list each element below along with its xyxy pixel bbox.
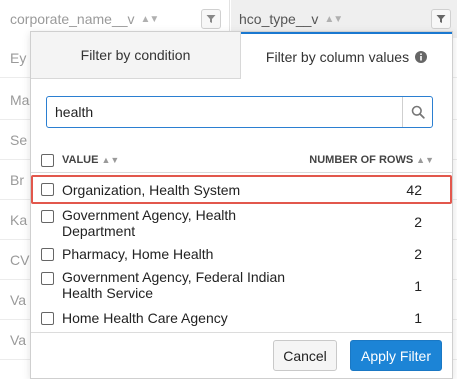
sort-arrows-icon[interactable]: ▲▼ [416,155,434,165]
list-item[interactable]: Organization, Health System 42 [31,175,452,204]
values-list-header: VALUE ▲▼ NUMBER OF ROWS ▲▼ [31,147,452,173]
table-cell: Va [10,292,27,308]
item-checkbox[interactable] [41,272,54,285]
tab-label: Filter by column values [265,48,410,65]
column-filter-button[interactable] [201,9,221,29]
item-label: Pharmacy, Home Health [62,246,214,262]
list-item[interactable]: Pharmacy, Home Health 2 [31,244,452,268]
item-checkbox[interactable] [41,312,54,325]
item-label: Government Agency, Federal Indian Health… [62,269,286,301]
table-cell: CV [10,252,30,268]
search-field [46,96,433,128]
column-header-label: hco_type__v [239,11,319,27]
filter-tabs: Filter by condition Filter by column val… [31,32,452,79]
item-checkbox[interactable] [41,210,54,223]
table-cell: Ey [10,50,27,66]
cancel-button[interactable]: Cancel [273,340,337,371]
sort-arrows-icon[interactable]: ▲▼ [101,155,119,165]
item-checkbox[interactable] [41,248,54,261]
item-count: 2 [414,246,422,262]
tab-filter-by-condition[interactable]: Filter by condition [31,32,241,79]
item-count: 2 [414,214,422,230]
item-count: 42 [406,182,422,198]
app-root: corporate_name__v ▲▼ hco_type__v ▲▼ Ey M… [0,0,457,379]
sort-arrows-icon[interactable]: ▲▼ [141,14,160,25]
list-item[interactable]: Government Agency, Federal Indian Health… [31,268,452,304]
column-filter-button[interactable] [431,9,451,29]
table-cell: Ma [10,92,30,108]
tab-filter-by-column-values[interactable]: Filter by column values [241,32,452,79]
search-icon [411,105,425,119]
funnel-icon [206,15,216,23]
search-input[interactable] [47,97,402,127]
filter-popup: Filter by condition Filter by column val… [30,31,453,379]
info-icon[interactable] [415,50,428,63]
table-cell: Va [10,332,27,348]
item-checkbox[interactable] [41,183,54,196]
list-item[interactable]: Home Health Care Agency 1 [31,308,452,332]
sort-arrows-icon[interactable]: ▲▼ [324,14,343,25]
apply-filter-button[interactable]: Apply Filter [350,340,442,371]
value-column-header[interactable]: VALUE ▲▼ [62,154,119,166]
select-all-checkbox[interactable] [41,154,54,167]
funnel-icon [436,15,446,23]
item-label: Organization, Health System [62,182,241,198]
search-button[interactable] [402,97,432,127]
item-count: 1 [414,310,422,326]
table-cell: Ka [10,212,28,228]
table-cell: Se [10,132,28,148]
item-count: 1 [414,278,422,294]
table-cell: Br [10,172,24,188]
column-header-label: corporate_name__v [10,11,135,27]
number-of-rows-column-header[interactable]: NUMBER OF ROWS ▲▼ [309,154,434,166]
tab-label: Filter by condition [80,47,191,63]
list-item[interactable]: Government Agency, Health Department 2 [31,206,452,242]
item-label: Government Agency, Health Department [62,207,237,239]
popup-footer: Cancel Apply Filter [31,332,452,378]
item-label: Home Health Care Agency [62,310,228,326]
